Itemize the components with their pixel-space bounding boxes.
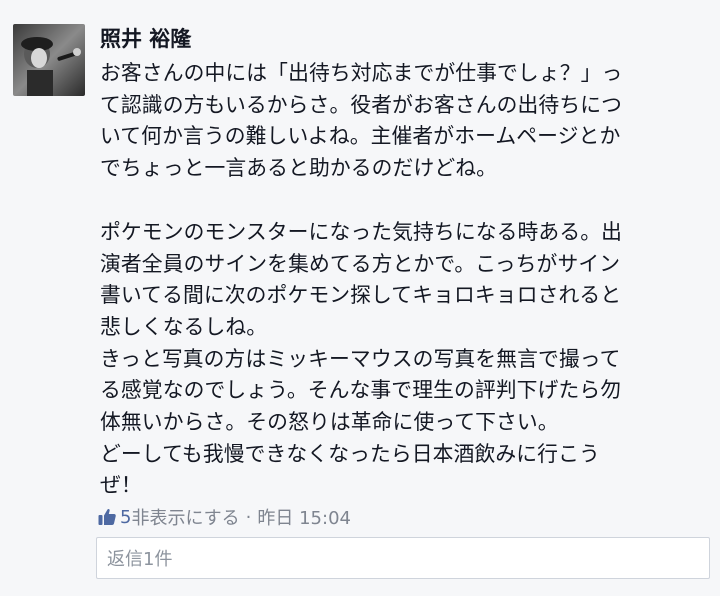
comment-paragraph: どーしても我慢できなくなったら日本酒飲みに行こう ぜ！: [100, 439, 710, 502]
comment-paragraph: きっと写真の方はミッキーマウスの写真を無言で撮って る感覚なのでしょう。そんな事…: [100, 344, 710, 439]
meta-separator: ·: [245, 506, 252, 528]
comment-meta: 5 非表示にする · 昨日 15:04: [97, 502, 351, 532]
avatar[interactable]: [13, 24, 85, 96]
profile-photo-icon: [13, 24, 85, 96]
comment-paragraph: お客さんの中には「出待ち対応までが仕事でしょ？」っ て認識の方もいるからさ。役者…: [100, 58, 710, 185]
comment-line: 悲しくなるしね。: [100, 314, 268, 339]
comment-paragraph: ポケモンのモンスターになった気持ちになる時ある。出 演者全員のサインを集めてる方…: [100, 217, 710, 344]
like-count[interactable]: 5: [120, 507, 131, 528]
timestamp[interactable]: 昨日 15:04: [257, 504, 351, 530]
thumbs-up-icon[interactable]: [97, 507, 117, 527]
replies-label: 返信1件: [107, 549, 173, 570]
comment-line: て認識の方もいるからさ。役者がお客さんの出待ちにつ: [100, 92, 623, 117]
author-name[interactable]: 照井 裕隆: [100, 22, 710, 56]
hide-link[interactable]: 非表示にする: [131, 504, 239, 530]
view-replies-button[interactable]: 返信1件: [96, 537, 710, 579]
comment-line: お客さんの中には「出待ち対応までが仕事でしょ？」っ: [100, 61, 623, 85]
comment-body: お客さんの中には「出待ち対応までが仕事でしょ？」っ て認識の方もいるからさ。役者…: [100, 58, 710, 502]
comment-line: でちょっと一言あると助かるのだけどね。: [100, 156, 498, 181]
comment-line: 体無いからさ。その怒りは革命に使って下さい。: [100, 410, 559, 435]
comment-line: る感覚なのでしょう。そんな事で理生の評判下げたら勿: [100, 378, 622, 403]
comment: 照井 裕隆 お客さんの中には「出待ち対応までが仕事でしょ？」っ て認識の方もいる…: [0, 0, 720, 596]
comment-line: ポケモンのモンスターになった気持ちになる時ある。出: [100, 219, 623, 244]
comment-line: いて何か言うの難しいよね。主催者がホームページとか: [100, 124, 621, 149]
comment-line: きっと写真の方はミッキーマウスの写真を無言で撮って: [100, 346, 621, 371]
comment-line: 演者全員のサインを集めてる方とかで。こっちがサイン: [100, 251, 621, 276]
comment-content: 照井 裕隆 お客さんの中には「出待ち対応までが仕事でしょ？」っ て認識の方もいる…: [100, 22, 710, 502]
comment-line: どーしても我慢できなくなったら日本酒飲みに行こう: [100, 441, 600, 466]
comment-line: ぜ！: [100, 473, 142, 498]
comment-line: 書いてる間に次のポケモン探してキョロキョロされると: [100, 283, 622, 308]
